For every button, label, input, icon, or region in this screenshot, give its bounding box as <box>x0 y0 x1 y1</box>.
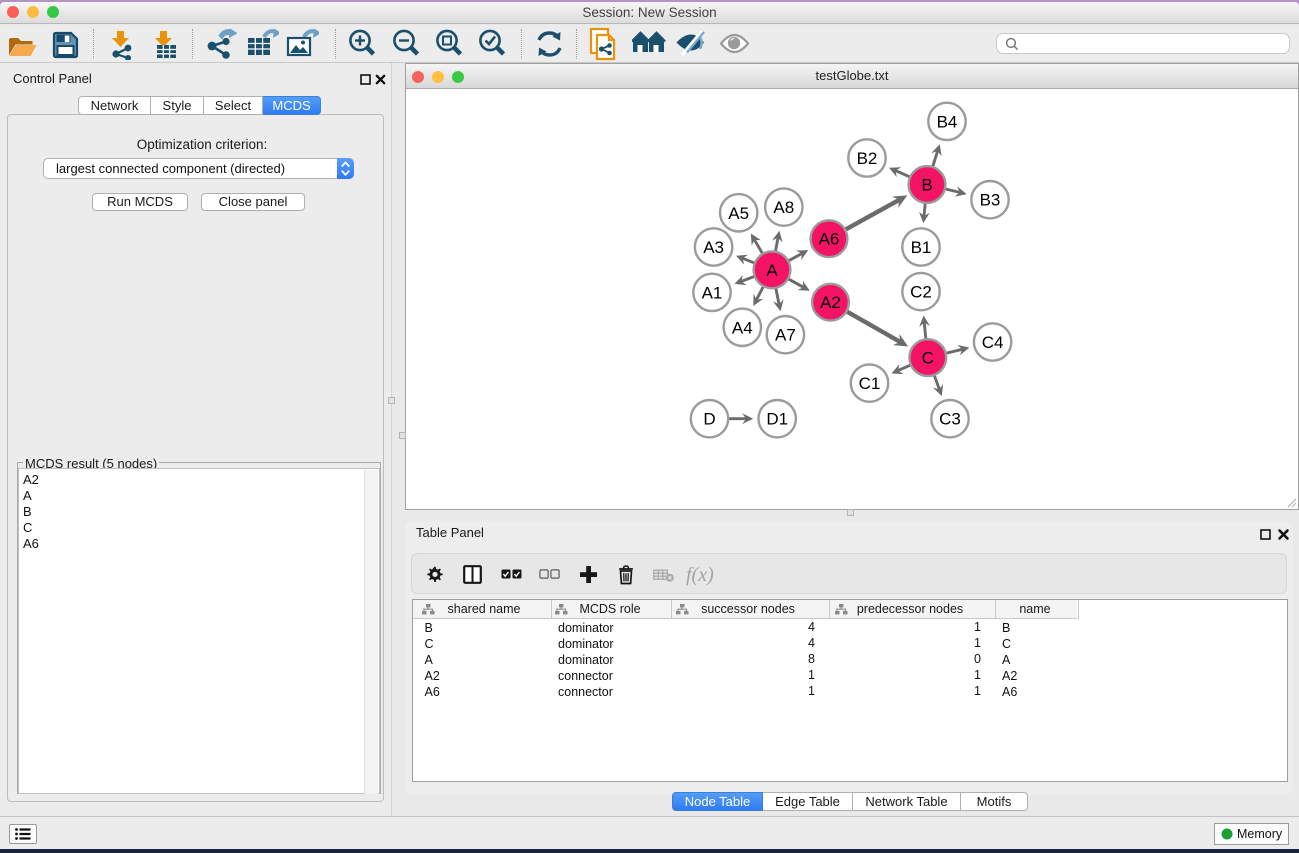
svg-text:C1: C1 <box>859 374 881 393</box>
svg-text:B2: B2 <box>857 149 878 168</box>
svg-text:C3: C3 <box>939 410 961 429</box>
svg-text:D1: D1 <box>766 410 788 429</box>
svg-text:C4: C4 <box>982 333 1004 352</box>
svg-text:A4: A4 <box>732 318 753 337</box>
svg-text:D: D <box>703 410 715 429</box>
svg-text:A3: A3 <box>703 238 724 257</box>
svg-text:A: A <box>766 261 778 280</box>
svg-text:A5: A5 <box>728 204 749 223</box>
svg-text:A7: A7 <box>775 326 796 345</box>
svg-text:A8: A8 <box>773 198 794 217</box>
svg-text:A6: A6 <box>819 230 840 249</box>
svg-text:C: C <box>922 349 934 368</box>
svg-text:C2: C2 <box>910 283 932 302</box>
svg-text:B3: B3 <box>980 191 1001 210</box>
svg-text:B: B <box>921 176 932 195</box>
svg-text:A2: A2 <box>820 293 841 312</box>
svg-text:A1: A1 <box>702 283 723 302</box>
svg-text:B4: B4 <box>937 112 958 131</box>
svg-text:B1: B1 <box>911 238 932 257</box>
